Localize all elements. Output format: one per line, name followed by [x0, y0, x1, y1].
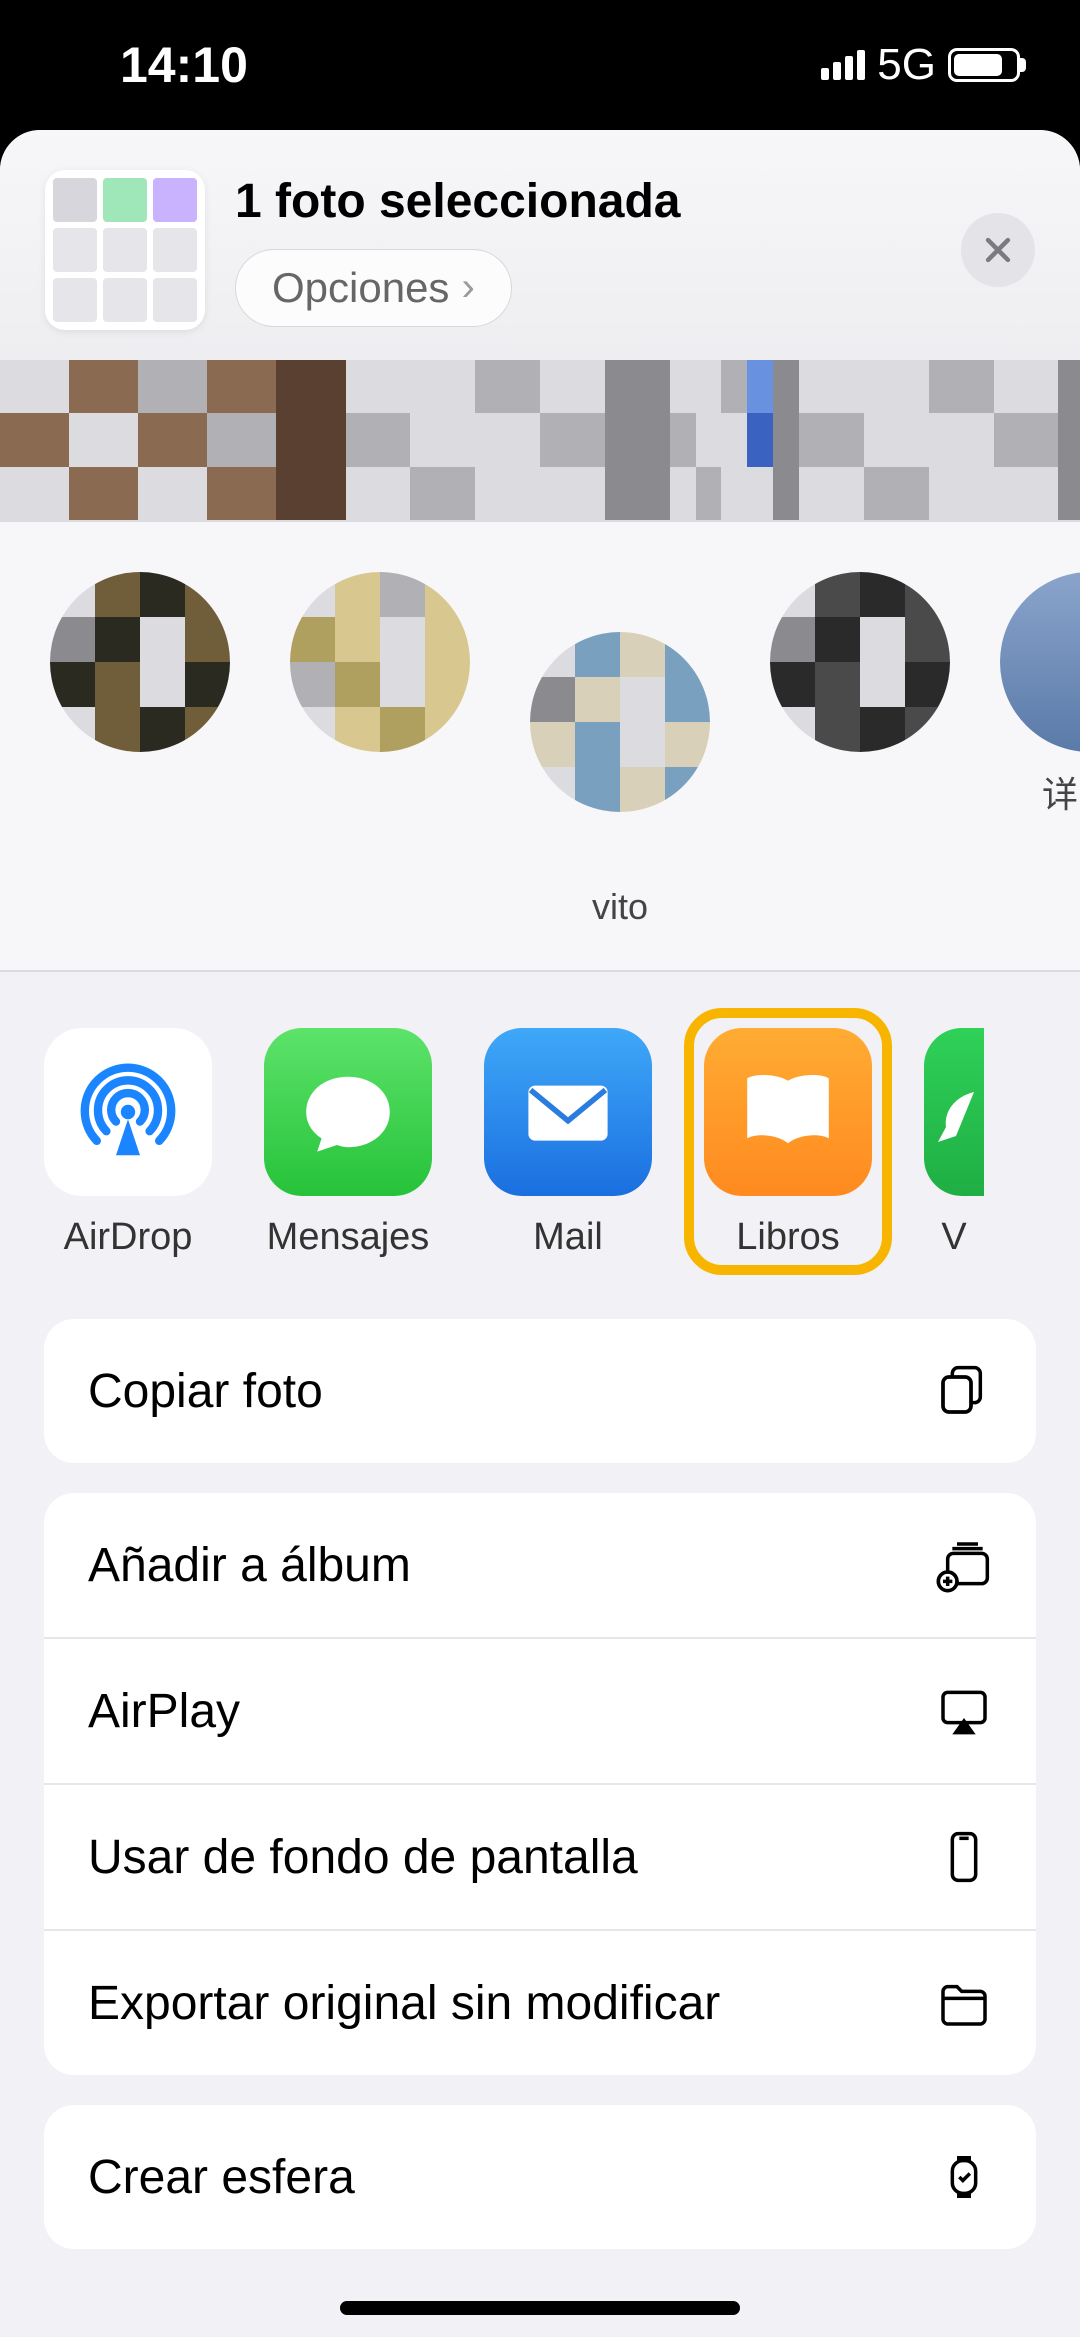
action-copiar-foto[interactable]: Copiar foto: [44, 1319, 1036, 1463]
share-contacts-row[interactable]: vito 详: [0, 522, 1080, 970]
background-content-strip: is: [0, 360, 1080, 520]
action-label: Crear esfera: [88, 2150, 355, 2205]
share-sheet-header: 1 foto seleccionada Opciones ›: [0, 130, 1080, 360]
action-group: Crear esfera: [44, 2105, 1036, 2249]
status-time: 14:10: [120, 36, 248, 94]
action-label: Exportar original sin modificar: [88, 1976, 720, 2031]
action-anadir-album[interactable]: Añadir a álbum: [44, 1493, 1036, 1637]
messages-icon: [264, 1028, 432, 1196]
app-label: Libros: [736, 1216, 840, 1259]
action-label: Usar de fondo de pantalla: [88, 1830, 638, 1885]
home-indicator[interactable]: [340, 2301, 740, 2315]
contact-name: vito: [592, 886, 648, 930]
app-label: Mensajes: [267, 1216, 430, 1259]
folder-icon: [936, 1975, 992, 2031]
avatar: [530, 632, 710, 812]
wallpaper-icon: [936, 1829, 992, 1885]
app-label: V: [941, 1216, 966, 1259]
action-label: Añadir a álbum: [88, 1538, 411, 1593]
mail-icon: [484, 1028, 652, 1196]
battery-icon: [948, 48, 1020, 82]
action-group: Copiar foto: [44, 1319, 1036, 1463]
app-mensajes[interactable]: Mensajes: [264, 1028, 432, 1269]
app-libros-highlight: Libros: [684, 1008, 892, 1275]
action-group: Añadir a álbum AirPlay Usar de fondo de …: [44, 1493, 1036, 2075]
books-icon: [704, 1028, 872, 1196]
action-fondo-pantalla[interactable]: Usar de fondo de pantalla: [44, 1783, 1036, 1929]
app-icon-partial: [924, 1028, 984, 1196]
app-libros[interactable]: Libros: [704, 1028, 872, 1259]
action-crear-esfera[interactable]: Crear esfera: [44, 2105, 1036, 2249]
app-label: Mail: [533, 1216, 603, 1259]
share-contact[interactable]: vito: [520, 572, 720, 930]
avatar: [770, 572, 950, 752]
share-contact[interactable]: [40, 572, 240, 930]
airdrop-icon: [44, 1028, 212, 1196]
app-mail[interactable]: Mail: [484, 1028, 652, 1269]
action-label: Copiar foto: [88, 1364, 323, 1419]
signal-icon: [821, 50, 865, 80]
watch-face-icon: [936, 2149, 992, 2205]
close-icon: [981, 233, 1015, 267]
action-airplay[interactable]: AirPlay: [44, 1637, 1036, 1783]
close-button[interactable]: [961, 213, 1035, 287]
copy-icon: [936, 1363, 992, 1419]
share-sheet: 1 foto seleccionada Opciones › is: [0, 130, 1080, 2337]
app-airdrop[interactable]: AirDrop: [44, 1028, 212, 1269]
chevron-right-icon: ›: [461, 265, 474, 310]
add-to-album-icon: [936, 1537, 992, 1593]
airplay-icon: [936, 1683, 992, 1739]
share-contact[interactable]: [760, 572, 960, 930]
actions-list: Copiar foto Añadir a álbum AirPlay U: [0, 1319, 1080, 2249]
avatar: [1000, 572, 1080, 752]
app-partial[interactable]: V: [924, 1028, 984, 1269]
avatar: [50, 572, 230, 752]
contact-name: 详: [1042, 766, 1078, 818]
status-bar: 14:10 5G: [0, 0, 1080, 130]
action-label: AirPlay: [88, 1684, 240, 1739]
app-label: AirDrop: [64, 1216, 193, 1259]
share-contact[interactable]: [280, 572, 480, 930]
options-button-label: Opciones: [272, 264, 449, 312]
options-button[interactable]: Opciones ›: [235, 249, 512, 327]
share-apps-row[interactable]: AirDrop Mensajes Mail: [0, 972, 1080, 1319]
selected-photo-thumbnail[interactable]: [45, 170, 205, 330]
avatar: [290, 572, 470, 752]
network-label: 5G: [877, 40, 936, 90]
action-exportar-original[interactable]: Exportar original sin modificar: [44, 1929, 1036, 2075]
share-sheet-title: 1 foto seleccionada: [235, 174, 931, 229]
share-contact[interactable]: 详: [1000, 572, 1080, 930]
status-right: 5G: [821, 40, 1020, 90]
